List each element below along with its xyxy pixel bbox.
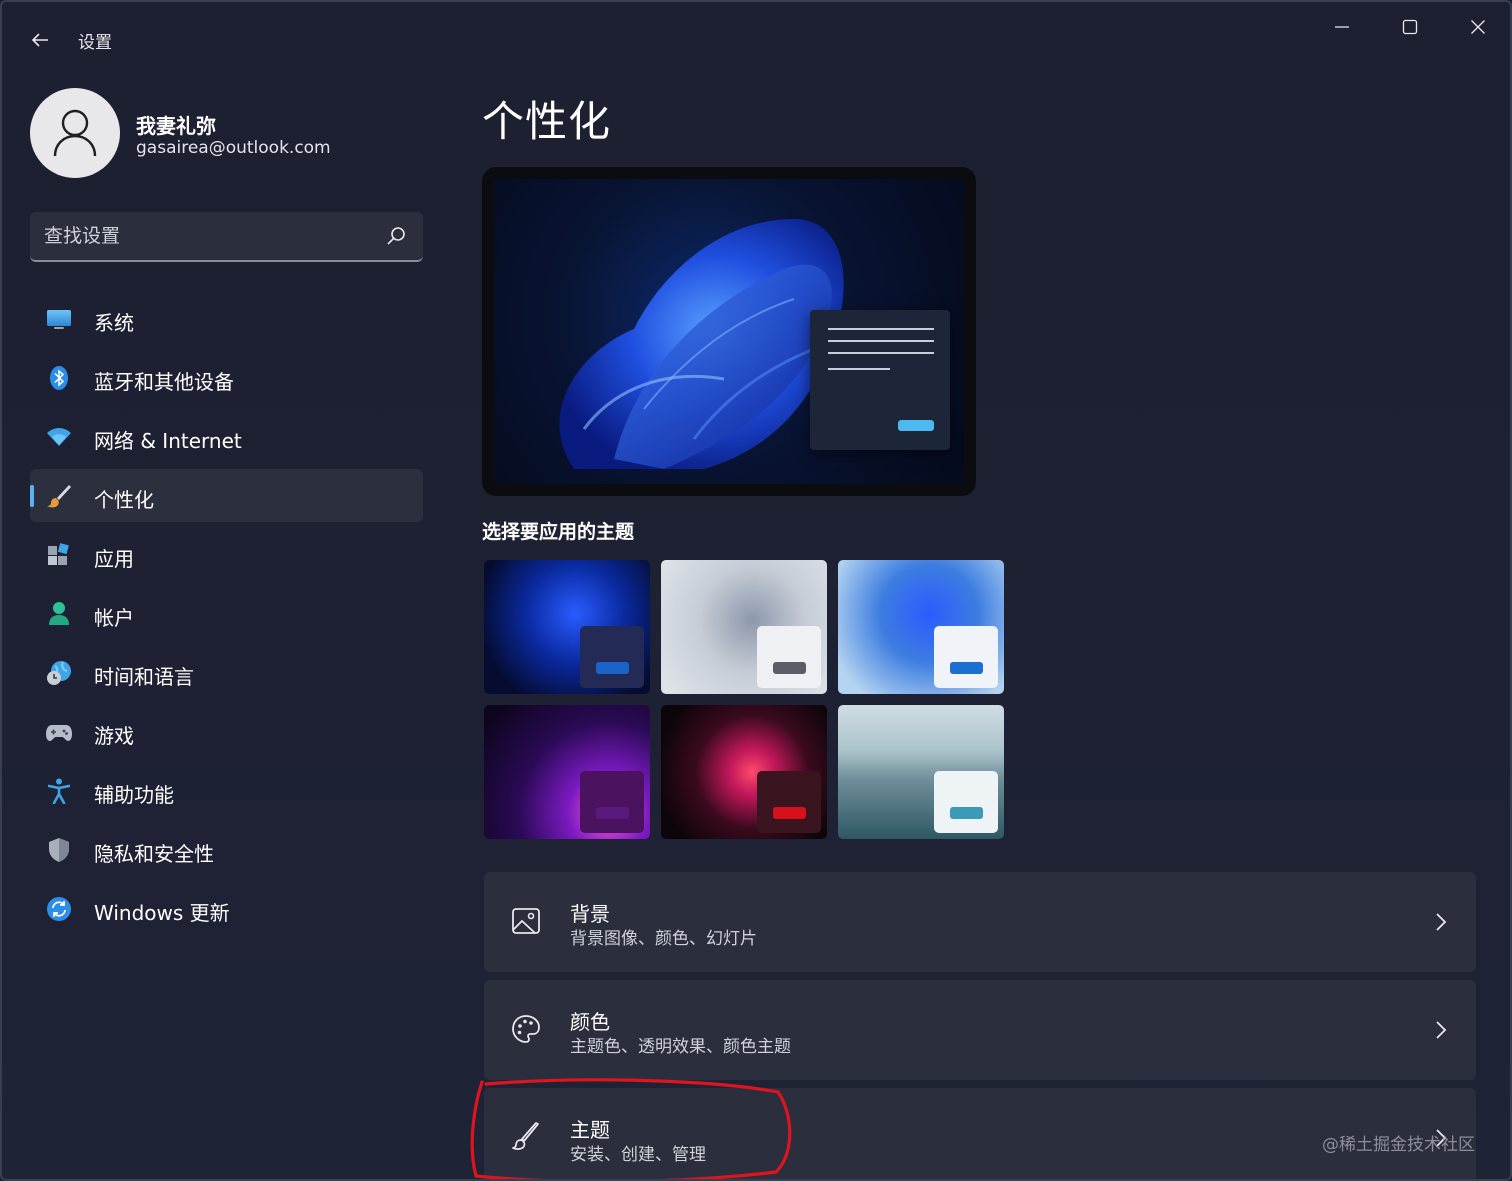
preview-line	[828, 340, 934, 342]
theme-mini-window	[934, 626, 998, 688]
page-title: 个性化	[482, 97, 612, 146]
sidebar-item-label: 网络 & Internet	[94, 429, 242, 453]
theme-mini-window	[934, 771, 998, 833]
update-icon	[46, 896, 72, 922]
wifi-icon	[46, 424, 72, 450]
theme-accent-swatch	[773, 662, 806, 674]
chevron-right-icon	[1436, 1021, 1447, 1039]
globe-clock-icon	[46, 660, 72, 686]
card-subtitle: 安装、创建、管理	[570, 1145, 706, 1165]
sidebar-nav: 系统 蓝牙和其他设备 网络 & Internet 个性化 应用 帐户 时间和语言…	[30, 292, 423, 941]
search-box[interactable]	[30, 212, 423, 262]
sidebar-item-label: 蓝牙和其他设备	[94, 370, 234, 394]
bluetooth-icon	[46, 365, 72, 391]
theme-glow[interactable]	[661, 560, 827, 694]
person-icon	[46, 601, 72, 627]
card-background[interactable]: 背景 背景图像、颜色、幻灯片	[484, 872, 1476, 972]
app-title: 设置	[78, 33, 112, 53]
sidebar-item-label: 帐户	[94, 606, 134, 630]
sidebar-item-apps[interactable]: 应用	[30, 528, 423, 581]
theme-preview	[482, 167, 976, 496]
back-arrow-icon	[31, 33, 48, 47]
brush-icon	[46, 483, 72, 509]
monitor-icon	[46, 306, 72, 332]
theme-accent-swatch	[950, 662, 983, 674]
preview-accent-button	[898, 420, 934, 431]
card-title: 背景	[570, 902, 610, 926]
user-email: gasairea@outlook.com	[136, 138, 331, 158]
preview-desktop	[494, 179, 964, 484]
card-colors[interactable]: 颜色 主题色、透明效果、颜色主题	[484, 980, 1476, 1080]
apps-icon	[46, 542, 72, 568]
sidebar-item-label: 时间和语言	[94, 665, 194, 689]
sidebar-item-label: 游戏	[94, 724, 134, 748]
sidebar-item-privacy[interactable]: 隐私和安全性	[30, 823, 423, 876]
user-icon	[53, 109, 97, 157]
sidebar-item-accessibility[interactable]: 辅助功能	[30, 764, 423, 817]
theme-mini-window	[580, 626, 644, 688]
theme-windows-dark[interactable]	[484, 560, 650, 694]
card-subtitle: 背景图像、颜色、幻灯片	[570, 929, 757, 949]
theme-captured-motion[interactable]	[484, 705, 650, 839]
sidebar-item-accounts[interactable]: 帐户	[30, 587, 423, 640]
palette-icon	[512, 1015, 540, 1043]
sidebar-item-label: 系统	[94, 311, 134, 335]
card-title: 主题	[570, 1118, 610, 1142]
search-input[interactable]	[44, 212, 374, 260]
minimize-icon	[1335, 26, 1349, 28]
theme-accent-swatch	[596, 662, 629, 674]
sidebar-item-label: 应用	[94, 547, 134, 571]
minimize-button[interactable]	[1322, 12, 1362, 42]
sidebar-item-bluetooth[interactable]: 蓝牙和其他设备	[30, 351, 423, 404]
theme-accent-swatch	[950, 807, 983, 819]
theme-accent-swatch	[596, 807, 629, 819]
sidebar-item-label: 隐私和安全性	[94, 842, 214, 866]
sidebar-item-label: 辅助功能	[94, 783, 174, 807]
card-title: 颜色	[570, 1010, 610, 1034]
theme-mini-window	[757, 626, 821, 688]
search-icon[interactable]	[385, 225, 407, 247]
accessibility-icon	[46, 778, 72, 804]
sidebar-item-personalization[interactable]: 个性化	[30, 469, 423, 522]
sidebar-item-gaming[interactable]: 游戏	[30, 705, 423, 758]
theme-accent-swatch	[773, 807, 806, 819]
sidebar-item-windows-update[interactable]: Windows 更新	[30, 882, 423, 935]
sidebar-item-network[interactable]: 网络 & Internet	[30, 410, 423, 463]
brush-icon	[512, 1122, 539, 1150]
title-bar: 设置	[2, 2, 1510, 74]
theme-section-title: 选择要应用的主题	[482, 521, 635, 543]
sidebar-item-label: 个性化	[94, 488, 154, 512]
maximize-icon	[1402, 19, 1418, 35]
theme-mini-window	[580, 771, 644, 833]
close-icon	[1471, 20, 1485, 34]
sidebar-item-system[interactable]: 系统	[30, 292, 423, 345]
gamepad-icon	[46, 719, 72, 745]
close-button[interactable]	[1458, 12, 1498, 42]
preview-line	[828, 328, 934, 330]
back-button[interactable]	[24, 24, 56, 56]
sidebar-item-label: Windows 更新	[94, 901, 230, 925]
theme-mini-window	[757, 771, 821, 833]
active-indicator	[30, 485, 34, 507]
preview-window	[810, 310, 950, 450]
theme-windows-light[interactable]	[838, 560, 1004, 694]
sidebar-item-time-language[interactable]: 时间和语言	[30, 646, 423, 699]
theme-flow[interactable]	[661, 705, 827, 839]
settings-window: 设置 我妻礼弥 gasairea@outlook.com 查找设置 系统 蓝牙和…	[0, 0, 1512, 1181]
shield-icon	[46, 837, 72, 863]
watermark: @稀土掘金技术社区	[1322, 1135, 1475, 1155]
user-name: 我妻礼弥	[136, 114, 216, 138]
preview-line	[828, 352, 934, 354]
card-subtitle: 主题色、透明效果、颜色主题	[570, 1037, 791, 1057]
chevron-right-icon	[1436, 913, 1447, 931]
avatar[interactable]	[30, 88, 120, 178]
preview-line	[828, 368, 890, 370]
image-icon	[512, 908, 540, 934]
theme-sunrise[interactable]	[838, 705, 1004, 839]
maximize-button[interactable]	[1390, 12, 1430, 42]
